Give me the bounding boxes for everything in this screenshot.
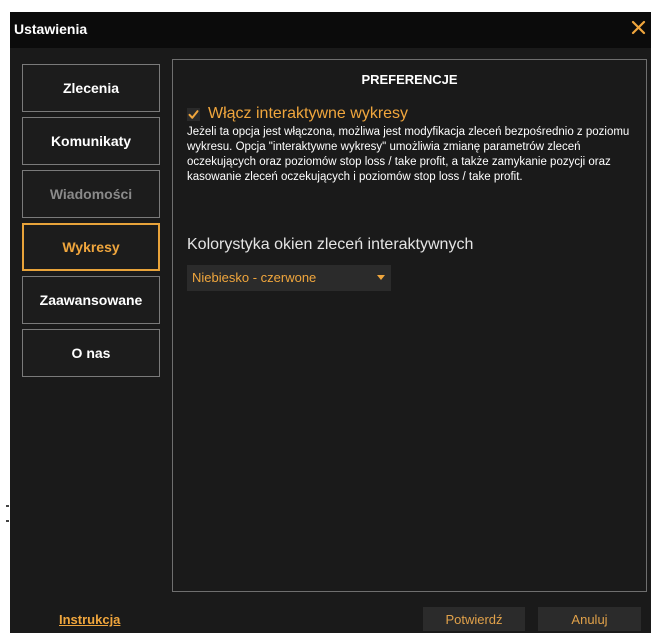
interactive-charts-checkbox[interactable]: Włącz interaktywne wykresy	[187, 104, 408, 124]
chevron-down-icon	[377, 275, 385, 280]
close-icon	[631, 20, 646, 35]
color-scheme-label: Kolorystyka okien zleceń interaktywnych	[187, 236, 474, 253]
checkmark-icon	[187, 107, 200, 121]
cancel-button[interactable]: Anuluj	[538, 607, 641, 631]
settings-dialog: Ustawienia Zlecenia Komunikaty Wiadomośc…	[10, 12, 651, 633]
confirm-button[interactable]: Potwierdź	[423, 607, 525, 631]
sidebar-item-komunikaty[interactable]: Komunikaty	[22, 117, 160, 165]
edge-mark	[6, 505, 9, 507]
title-bar: Ustawienia	[10, 12, 651, 48]
color-scheme-value: Niebiesko - czerwone	[192, 270, 317, 285]
panel-heading: PREFERENCJE	[361, 72, 458, 87]
sidebar-item-wykresy[interactable]: Wykresy	[22, 223, 160, 271]
sidebar-item-zlecenia[interactable]: Zlecenia	[22, 64, 160, 112]
preferences-panel: PREFERENCJE Włącz interaktywne wykresy J…	[172, 59, 647, 592]
sidebar-item-wiadomosci[interactable]: Wiadomości	[22, 170, 160, 218]
sidebar-item-zaawansowane[interactable]: Zaawansowane	[22, 276, 160, 324]
help-link[interactable]: Instrukcja	[59, 612, 120, 627]
sidebar-item-o-nas[interactable]: O nas	[22, 329, 160, 377]
edge-mark	[6, 520, 9, 522]
interactive-charts-label: Włącz interaktywne wykresy	[208, 105, 409, 122]
dialog-title: Ustawienia	[14, 21, 88, 37]
color-scheme-dropdown[interactable]: Niebiesko - czerwone	[187, 265, 391, 291]
interactive-charts-description: Jeżeli ta opcja jest włączona, możliwa j…	[187, 126, 630, 183]
close-button[interactable]	[629, 17, 649, 39]
